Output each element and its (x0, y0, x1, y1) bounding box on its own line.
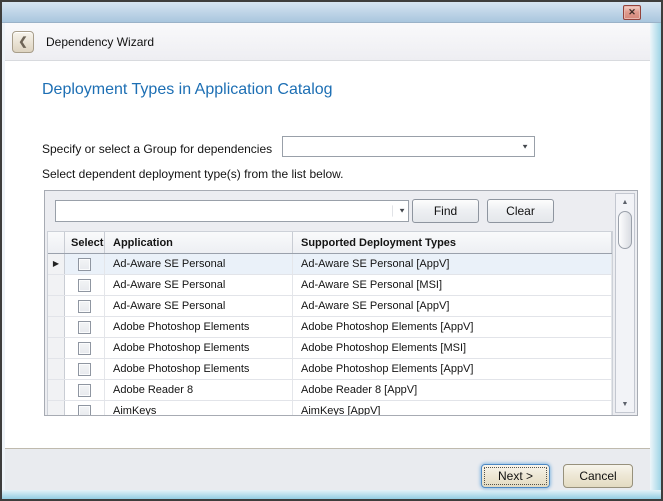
row-checkbox[interactable] (78, 384, 91, 397)
row-application: Adobe Photoshop Elements (105, 359, 293, 379)
row-select-cell (65, 380, 105, 400)
chevron-down-icon[interactable]: ▼ (521, 143, 529, 149)
table-row[interactable]: Adobe Photoshop Elements Adobe Photoshop… (48, 359, 612, 380)
list-instruction-label: Select dependent deployment type(s) from… (42, 167, 344, 181)
row-application: Adobe Photoshop Elements (105, 317, 293, 337)
page-heading: Deployment Types in Application Catalog (42, 81, 333, 99)
next-button[interactable]: Next > (481, 464, 550, 488)
scroll-down-button[interactable]: ▼ (616, 396, 634, 412)
table-row[interactable]: Adobe Photoshop Elements Adobe Photoshop… (48, 338, 612, 359)
row-deployment-type: Ad-Aware SE Personal [AppV] (293, 254, 612, 274)
row-checkbox[interactable] (78, 258, 91, 271)
row-application: AimKeys (105, 401, 293, 415)
table-body: ▶ Ad-Aware SE Personal Ad-Aware SE Perso… (48, 254, 612, 415)
row-select-cell (65, 254, 105, 274)
row-indicator-cell (48, 338, 65, 358)
row-deployment-type: Ad-Aware SE Personal [AppV] (293, 296, 612, 316)
scrollbar-thumb[interactable] (618, 211, 632, 249)
window-body: ❮ Dependency Wizard Deployment Types in … (5, 23, 650, 490)
column-header-select[interactable]: Select (65, 232, 105, 253)
row-select-cell (65, 275, 105, 295)
window-frame-bottom (2, 490, 661, 499)
column-header-application[interactable]: Application (105, 232, 293, 253)
find-button[interactable]: Find (412, 199, 479, 223)
row-application: Adobe Photoshop Elements (105, 338, 293, 358)
table-row[interactable]: Adobe Reader 8 Adobe Reader 8 [AppV] (48, 380, 612, 401)
row-select-cell (65, 296, 105, 316)
row-application: Ad-Aware SE Personal (105, 254, 293, 274)
table-row[interactable]: ▶ Ad-Aware SE Personal Ad-Aware SE Perso… (48, 254, 612, 275)
row-checkbox[interactable] (78, 405, 91, 416)
row-checkbox[interactable] (78, 300, 91, 313)
cancel-button[interactable]: Cancel (563, 464, 633, 488)
deployment-types-panel: ▼ Find Clear Select Application Supporte… (44, 190, 638, 416)
row-select-cell (65, 401, 105, 415)
vertical-scrollbar[interactable]: ▲ ▼ (615, 193, 635, 413)
row-application: Ad-Aware SE Personal (105, 275, 293, 295)
row-select-cell (65, 359, 105, 379)
row-application: Ad-Aware SE Personal (105, 296, 293, 316)
dependency-wizard-window: ✕ ❮ Dependency Wizard Deployment Types i… (0, 0, 663, 501)
row-indicator-cell (48, 359, 65, 379)
row-select-cell (65, 338, 105, 358)
row-checkbox[interactable] (78, 279, 91, 292)
chevron-left-icon: ❮ (18, 35, 27, 48)
table-row[interactable]: Ad-Aware SE Personal Ad-Aware SE Persona… (48, 275, 612, 296)
row-deployment-type: AimKeys [AppV] (293, 401, 612, 415)
row-indicator-cell (48, 380, 65, 400)
row-indicator-cell: ▶ (48, 254, 65, 274)
row-deployment-type: Adobe Photoshop Elements [MSI] (293, 338, 612, 358)
row-checkbox[interactable] (78, 321, 91, 334)
row-deployment-type: Ad-Aware SE Personal [MSI] (293, 275, 612, 295)
triangle-up-icon: ▲ (622, 199, 629, 206)
clear-button[interactable]: Clear (487, 199, 554, 223)
scroll-up-button[interactable]: ▲ (616, 194, 634, 210)
row-indicator-cell (48, 401, 65, 415)
wizard-title: Dependency Wizard (46, 35, 154, 49)
chevron-down-icon[interactable]: ▼ (392, 205, 406, 216)
table-row[interactable]: Adobe Photoshop Elements Adobe Photoshop… (48, 317, 612, 338)
row-deployment-type: Adobe Photoshop Elements [AppV] (293, 359, 612, 379)
group-combo[interactable]: ▼ (282, 136, 535, 157)
back-button[interactable]: ❮ (12, 31, 34, 53)
table-row[interactable]: Ad-Aware SE Personal Ad-Aware SE Persona… (48, 296, 612, 317)
window-frame-right (650, 23, 661, 499)
row-checkbox[interactable] (78, 342, 91, 355)
close-icon: ✕ (628, 7, 636, 18)
row-checkbox[interactable] (78, 363, 91, 376)
column-header-deployment-types[interactable]: Supported Deployment Types (293, 232, 612, 253)
close-button[interactable]: ✕ (623, 5, 641, 20)
wizard-header: ❮ Dependency Wizard (5, 23, 650, 61)
row-indicator-cell (48, 296, 65, 316)
deployment-grid: Select Application Supported Deployment … (47, 231, 613, 415)
row-deployment-type: Adobe Photoshop Elements [AppV] (293, 317, 612, 337)
row-deployment-type: Adobe Reader 8 [AppV] (293, 380, 612, 400)
row-indicator-cell (48, 275, 65, 295)
table-row[interactable]: AimKeys AimKeys [AppV] (48, 401, 612, 415)
row-indicator-cell (48, 317, 65, 337)
footer-bar: Next > Cancel (5, 448, 650, 490)
column-header-indicator (48, 232, 65, 253)
row-application: Adobe Reader 8 (105, 380, 293, 400)
triangle-down-icon: ▼ (622, 401, 629, 408)
titlebar[interactable]: ✕ (2, 2, 661, 23)
group-dependencies-label: Specify or select a Group for dependenci… (42, 139, 272, 160)
search-combo[interactable]: ▼ (55, 200, 409, 222)
grid-header-row: Select Application Supported Deployment … (48, 232, 612, 254)
row-indicator-icon: ▶ (53, 260, 59, 268)
row-select-cell (65, 317, 105, 337)
